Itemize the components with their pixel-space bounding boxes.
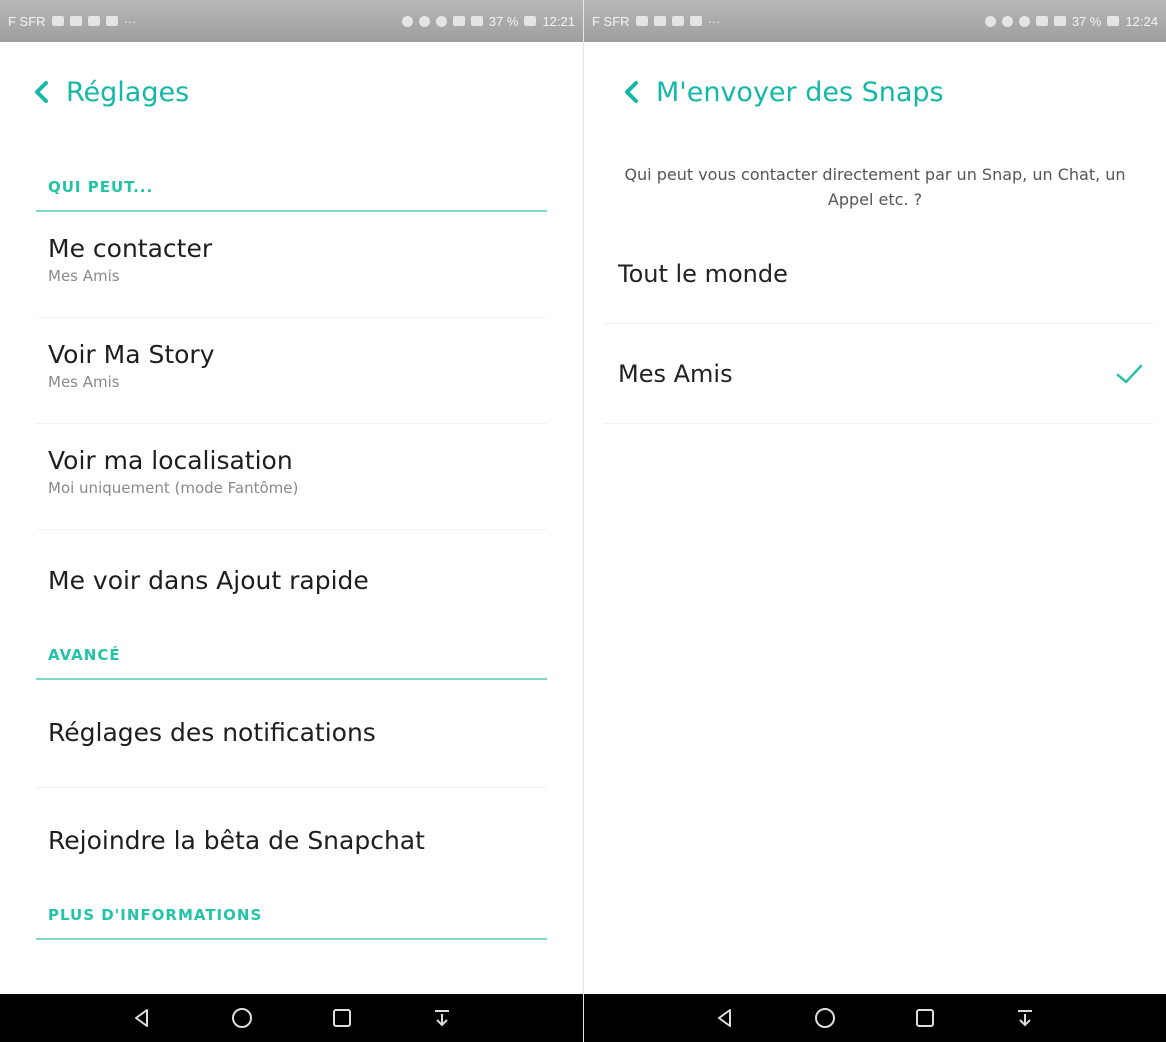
signal-icon: [1053, 16, 1066, 26]
sim-icon: [635, 16, 648, 26]
back-triangle-icon[interactable]: [714, 1007, 736, 1029]
setting-value: Mes Amis: [48, 267, 120, 285]
carrier-label: F SFR: [8, 13, 46, 29]
setting-join-beta[interactable]: Rejoindre la bêta de Snapchat: [36, 788, 547, 896]
description: Qui peut vous contacter directement par …: [624, 165, 1126, 209]
signal-icon: [470, 16, 483, 26]
notification-drawer-icon[interactable]: [1014, 1007, 1036, 1029]
setting-title: Rejoindre la bêta de Snapchat: [48, 826, 425, 855]
recents-square-icon[interactable]: [914, 1007, 936, 1029]
header: M'envoyer des Snaps: [584, 42, 1166, 142]
location-icon: [984, 15, 996, 27]
clock: 12:21: [542, 13, 575, 29]
section-more-info: PLUS D'INFORMATIONS: [0, 896, 583, 940]
option-my-friends[interactable]: Mes Amis: [604, 324, 1154, 424]
section-advanced: AVANCÉ Réglages des notifications Rejoin…: [0, 636, 583, 896]
app-icon: [87, 16, 100, 26]
wifi-icon: [1035, 16, 1048, 26]
setting-title: Voir Ma Story: [48, 340, 215, 369]
option-everyone[interactable]: Tout le monde: [604, 224, 1154, 324]
page-title[interactable]: M'envoyer des Snaps: [656, 77, 944, 108]
setting-title: Réglages des notifications: [48, 718, 376, 747]
setting-title: Me voir dans Ajout rapide: [48, 566, 369, 595]
chevron-left-icon[interactable]: [620, 80, 644, 104]
bluetooth-icon: [418, 15, 430, 27]
setting-view-location[interactable]: Voir ma localisation Moi uniquement (mod…: [36, 424, 547, 530]
setting-value: Moi uniquement (mode Fantôme): [48, 479, 299, 497]
section-header-advanced: AVANCÉ: [36, 636, 547, 680]
photo-icon: [689, 16, 702, 26]
photo-icon: [105, 16, 118, 26]
notification-drawer-icon[interactable]: [431, 1007, 453, 1029]
setting-value: Mes Amis: [48, 373, 120, 391]
clock: 12:24: [1125, 13, 1158, 29]
page-title[interactable]: Réglages: [66, 77, 189, 108]
system-nav-bar: [0, 994, 583, 1042]
setting-quick-add[interactable]: Me voir dans Ajout rapide: [36, 530, 547, 636]
setting-contact-me[interactable]: Me contacter Mes Amis: [36, 212, 547, 318]
settings-screen: F SFR ··· 37 % 12:21 Réglages QUI PEUT..…: [0, 0, 583, 1042]
battery-icon: [524, 16, 537, 26]
more-icon: ···: [123, 13, 137, 29]
eye-icon: [1018, 15, 1030, 27]
back-triangle-icon[interactable]: [131, 1007, 153, 1029]
chevron-left-icon[interactable]: [30, 80, 54, 104]
setting-title: Voir ma localisation: [48, 446, 293, 475]
recents-square-icon[interactable]: [331, 1007, 353, 1029]
option-label: Tout le monde: [618, 259, 788, 288]
more-icon: ···: [707, 13, 721, 29]
sim-icon: [51, 16, 64, 26]
status-bar: F SFR ··· 37 % 12:21: [0, 0, 583, 42]
check-icon: [1114, 359, 1144, 389]
send-snaps-screen: F SFR ··· 37 % 12:24 M'envoyer des Snaps…: [583, 0, 1166, 1042]
setting-notifications[interactable]: Réglages des notifications: [36, 680, 547, 788]
battery-label: 37 %: [1071, 13, 1102, 29]
section-header-who-can: QUI PEUT...: [36, 142, 547, 212]
section-header-more-info: PLUS D'INFORMATIONS: [36, 896, 547, 940]
carrier-label: F SFR: [592, 13, 630, 29]
location-icon: [401, 15, 413, 27]
home-circle-icon[interactable]: [814, 1007, 836, 1029]
setting-view-story[interactable]: Voir Ma Story Mes Amis: [36, 318, 547, 424]
app-icon: [671, 16, 684, 26]
battery-icon: [1107, 16, 1120, 26]
download-icon: [69, 16, 82, 26]
setting-title: Me contacter: [48, 234, 213, 263]
bluetooth-icon: [1001, 15, 1013, 27]
section-who-can: QUI PEUT... Me contacter Mes Amis Voir M…: [0, 142, 583, 636]
header: Réglages: [0, 42, 583, 142]
wifi-icon: [452, 16, 465, 26]
eye-icon: [435, 15, 447, 27]
home-circle-icon[interactable]: [231, 1007, 253, 1029]
download-icon: [653, 16, 666, 26]
status-bar: F SFR ··· 37 % 12:24: [584, 0, 1166, 42]
battery-label: 37 %: [488, 13, 519, 29]
option-label: Mes Amis: [618, 359, 733, 388]
system-nav-bar: [584, 994, 1166, 1042]
